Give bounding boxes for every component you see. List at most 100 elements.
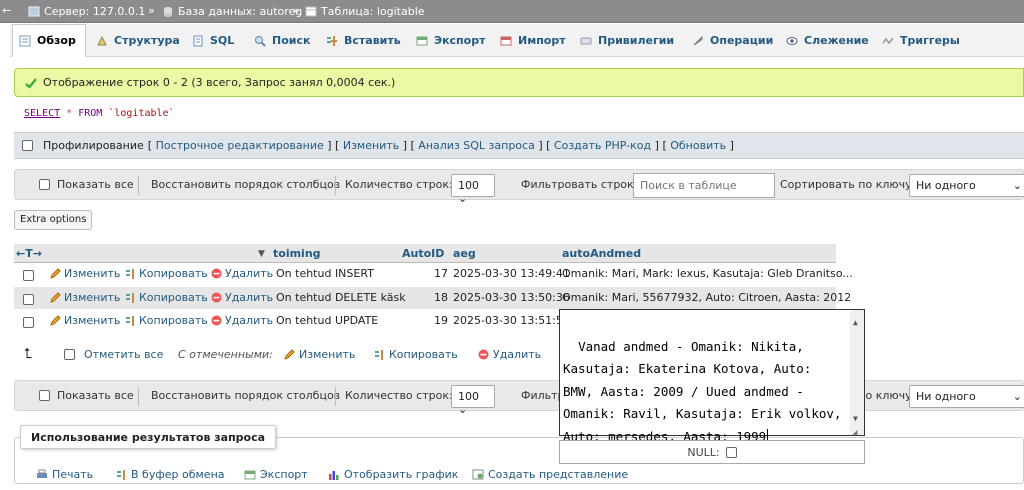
tab-triggers[interactable]: Триггеры [876,24,966,57]
refresh-link[interactable]: Обновить [670,139,726,152]
check-all-checkbox[interactable] [64,349,75,360]
row-copy-button[interactable]: Копировать [125,291,208,304]
breadcrumb-server[interactable]: Сервер: 127.0.0.1 [28,5,145,18]
column-header-toiming[interactable]: toiming [273,247,321,260]
analyze-sql-link[interactable]: Анализ SQL запроса [418,139,535,152]
cell-toiming[interactable]: On tehtud DELETE käsk [276,291,406,304]
inline-edit-textarea[interactable]: Vanad andmed - Omanik: Nikita, Kasutaja:… [559,309,865,444]
rows-count-select[interactable]: 100 ⌄ [451,174,495,205]
row-checkbox[interactable] [23,293,34,305]
show-all-toggle[interactable]: Показать все [39,178,134,191]
create-view-button[interactable]: Создать представление [472,468,628,481]
row-delete-button[interactable]: Удалить [211,291,273,304]
edit-query-link[interactable]: Изменить [343,139,399,152]
extra-options-button[interactable]: Extra options [14,210,93,230]
inline-edit-text[interactable]: Vanad andmed - Omanik: Nikita, Kasutaja:… [563,339,849,444]
cell-aeg[interactable]: 2025-03-30 13:51:53 [453,314,570,327]
with-selected-label: С отмеченными: [178,348,273,361]
breadcrumb-separator: » [148,4,155,17]
tab-browse[interactable]: Обзор [12,24,86,57]
row-edit-button[interactable]: Изменить [50,267,120,280]
divider [138,387,139,406]
breadcrumb-database-label[interactable]: База данных: autoreg [178,5,302,18]
bulk-copy-button[interactable]: Копировать [374,348,458,361]
tab-import[interactable]: Импорт [494,24,572,57]
restore-column-order-button[interactable]: Восстановить порядок столбцов [151,389,340,402]
filter-rows-input[interactable] [633,173,775,198]
null-label: NULL: [687,445,720,459]
cell-autoandmed[interactable]: Omanik: Mari, 55677932, Auto: Citroen, A… [562,291,851,304]
pencil-icon [284,349,295,360]
export-button[interactable]: Экспорт [244,468,308,481]
pencil-icon [50,315,61,326]
restore-column-order-button[interactable]: Восстановить порядок столбцов [151,178,340,191]
bar-chart-icon [329,471,339,480]
row-copy-button[interactable]: Копировать [125,267,208,280]
print-button[interactable]: Печать [36,468,93,481]
sql-keyword-select[interactable]: SELECT [24,108,60,119]
row-delete-button[interactable]: Удалить [211,314,273,327]
row-checkbox[interactable] [23,316,34,328]
cell-autoid[interactable]: 18 [434,291,448,304]
cell-aeg[interactable]: 2025-03-30 13:50:36 [453,291,570,304]
tab-privileges-label: Привилегии [598,34,675,47]
bulk-delete-button[interactable]: Удалить [478,348,541,361]
tab-insert[interactable]: Вставить [320,24,407,57]
bulk-edit-button[interactable]: Изменить [284,348,355,361]
create-php-link[interactable]: Создать PHP-код [554,139,651,152]
cell-autoid[interactable]: 17 [434,267,448,280]
triggers-icon [882,37,894,44]
textarea-scrollbar[interactable]: ▲ ▼ ◢ [850,310,864,438]
breadcrumb: ← Сервер: 127.0.0.1 » База данных: autor… [0,0,1024,23]
sql-query: SELECT * FROM `logitable` [24,108,175,119]
tab-tracking[interactable]: Слежение [780,24,875,57]
column-header-aeg[interactable]: aeg [453,247,476,260]
view-icon [472,469,484,480]
check-all-toggle[interactable]: Отметить все [64,348,163,361]
null-checkbox[interactable] [725,446,737,458]
rows-count-select[interactable]: 100 ⌄ [451,385,495,416]
checkmark-icon [25,77,37,89]
show-all-checkbox[interactable] [39,179,50,190]
tab-operations[interactable]: Операции [686,24,779,57]
sort-by-key-select[interactable]: Ни одного ⌄ [909,174,1024,197]
breadcrumb-database[interactable]: База данных: autoreg [162,5,302,18]
profiling-bar: Профилирование [ Построчное редактирован… [14,132,1024,159]
edit-label: Изменить [64,314,121,327]
breadcrumb-table[interactable]: Таблица: logitable [305,5,425,18]
tab-structure[interactable]: Структура [90,24,186,57]
tab-sql[interactable]: SQL [186,24,240,57]
inline-edit-link[interactable]: Построчное редактирование [156,139,324,152]
cell-toiming[interactable]: On tehtud UPDATE [276,314,378,327]
breadcrumb-server-label[interactable]: Сервер: 127.0.0.1 [44,5,145,18]
scroll-up-icon[interactable]: ▲ [853,312,858,335]
column-resize-arrows-icon[interactable]: ←T→ [16,247,42,260]
sort-by-key-select[interactable]: Ни одного ⌄ [909,385,1024,408]
tab-export[interactable]: Экспорт [410,24,491,57]
cell-autoandmed[interactable]: Omanik: Mari, Mark: lexus, Kasutaja: Gle… [562,267,853,280]
tab-import-label: Импорт [518,34,566,47]
copy-to-clipboard-button[interactable]: В буфер обмена [116,468,225,481]
tab-search[interactable]: Поиск [248,24,316,57]
breadcrumb-table-label[interactable]: Таблица: logitable [321,5,425,18]
collapse-arrow-icon[interactable]: ← [2,4,11,17]
column-header-autoandmed[interactable]: autoAndmed [562,247,641,260]
row-copy-button[interactable]: Копировать [125,314,208,327]
copy-label: Копировать [139,314,208,327]
cell-autoid[interactable]: 19 [434,314,448,327]
export-icon [244,470,256,480]
show-all-toggle[interactable]: Показать все [39,389,134,402]
cell-toiming[interactable]: On tehtud INSERT [276,267,374,280]
row-delete-button[interactable]: Удалить [211,267,273,280]
column-header-autoid[interactable]: AutoID [402,247,444,260]
row-edit-button[interactable]: Изменить [50,291,120,304]
tab-structure-label: Структура [114,34,180,47]
row-edit-button[interactable]: Изменить [50,314,120,327]
profiling-checkbox[interactable] [22,140,33,151]
cell-aeg[interactable]: 2025-03-30 13:49:41 [453,267,570,280]
sort-dropdown-icon[interactable]: ▼ [258,249,265,259]
row-checkbox[interactable] [23,269,34,281]
display-chart-button[interactable]: Отобразить график [328,468,458,481]
tab-privileges[interactable]: Привилегии [574,24,680,57]
show-all-checkbox[interactable] [39,390,50,401]
